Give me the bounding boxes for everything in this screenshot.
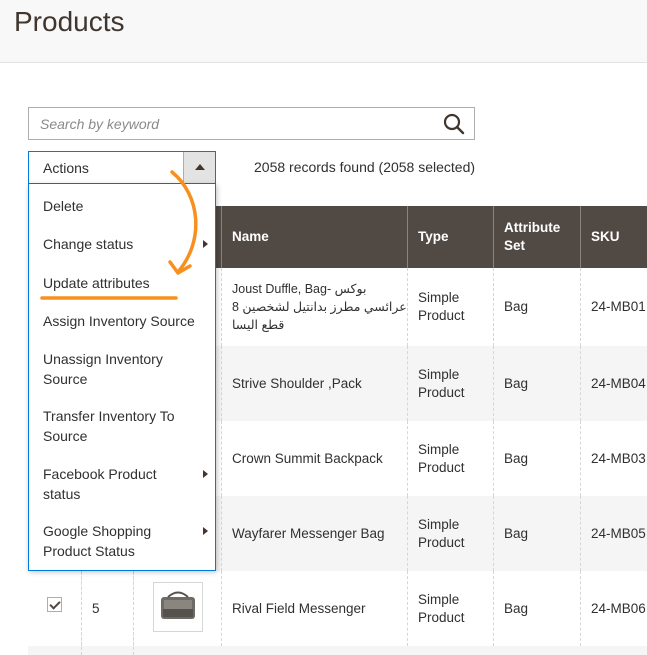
- column-header-sku-label: SKU: [591, 229, 620, 244]
- records-count: 2058 records found (2058 selected): [254, 159, 476, 175]
- menu-item-label: Delete: [43, 198, 84, 214]
- menu-item-delete[interactable]: Delete: [29, 197, 215, 217]
- menu-item-unassign-inventory-source[interactable]: Unassign Inventory Source: [29, 350, 215, 389]
- table-row[interactable]: 5 Rival Field Messenger Simple Product B…: [28, 571, 647, 646]
- page-title: Products: [14, 6, 125, 37]
- column-header-type-label: Type: [418, 229, 449, 244]
- search-button[interactable]: [440, 111, 468, 137]
- column-header-name[interactable]: Name: [221, 206, 407, 268]
- triangle-up-icon: [195, 164, 205, 170]
- menu-item-label: Change status: [43, 236, 134, 252]
- cell-name: Strive Shoulder ,Pack: [221, 346, 407, 421]
- menu-item-label: Facebook Product status: [43, 466, 157, 502]
- cell-name: Wayfarer Messenger Bag: [221, 496, 407, 571]
- cell-attribute-set: Bag: [493, 571, 580, 646]
- cell-attribute-set: Bag: [493, 346, 580, 421]
- cell-id: 5: [81, 571, 133, 646]
- menu-item-label: Transfer Inventory To Source: [43, 408, 175, 444]
- cell-sku: 24-MB03: [580, 421, 647, 496]
- menu-item-label: Assign Inventory Source: [43, 313, 195, 329]
- column-header-type[interactable]: Type: [407, 206, 493, 268]
- row-checkbox[interactable]: [47, 597, 62, 612]
- product-thumbnail[interactable]: [153, 582, 203, 632]
- menu-item-change-status[interactable]: Change status: [29, 235, 215, 255]
- menu-item-google-shopping-status[interactable]: Google Shopping Product Status: [29, 522, 215, 561]
- menu-item-label: Google Shopping Product Status: [43, 523, 152, 559]
- menu-item-transfer-inventory[interactable]: Transfer Inventory To Source: [29, 407, 215, 446]
- column-header-name-label: Name: [232, 229, 269, 244]
- cell-type: Simple Product: [407, 571, 493, 646]
- column-header-sku[interactable]: SKU: [580, 206, 647, 268]
- bag-image: [161, 591, 195, 619]
- page-header: Products: [0, 0, 647, 63]
- column-header-attribute-set-label: Attribute Set: [504, 220, 561, 253]
- cell-attribute-set: Bag: [493, 496, 580, 571]
- cell-name: Rival Field Messenger: [221, 571, 407, 646]
- menu-item-assign-inventory-source[interactable]: Assign Inventory Source: [29, 312, 215, 332]
- cell-attribute-set: Bag: [493, 421, 580, 496]
- menu-item-label: Update attributes: [43, 275, 150, 291]
- table-row: [28, 646, 647, 655]
- cell-thumbnail: [133, 571, 221, 646]
- actions-dropdown[interactable]: Actions: [28, 151, 216, 184]
- cell-type: Simple Product: [407, 421, 493, 496]
- chevron-right-icon: [203, 240, 208, 248]
- search-box: [28, 107, 475, 140]
- products-page: Products Actions 2058 records found (205…: [0, 0, 647, 655]
- cell-type: Simple Product: [407, 268, 493, 346]
- chevron-right-icon: [203, 527, 208, 535]
- cell-name: Joust Duffle, Bag- بوكس عرائسي مطرز بدان…: [221, 268, 407, 346]
- menu-item-facebook-product-status[interactable]: Facebook Product status: [29, 465, 215, 504]
- column-header-attribute-set[interactable]: Attribute Set: [493, 206, 580, 268]
- cell-attribute-set: Bag: [493, 268, 580, 346]
- menu-item-update-attributes[interactable]: Update attributes: [29, 274, 215, 294]
- cell-type: Simple Product: [407, 496, 493, 571]
- actions-menu: Delete Change status Update attributes A…: [28, 184, 216, 571]
- cell-name: Crown Summit Backpack: [221, 421, 407, 496]
- cell-sku: 24-MB04: [580, 346, 647, 421]
- cell-type: Simple Product: [407, 346, 493, 421]
- cell-sku: 24-MB05: [580, 496, 647, 571]
- chevron-right-icon: [203, 470, 208, 478]
- actions-label: Actions: [43, 160, 89, 176]
- actions-toggle-button[interactable]: [183, 152, 215, 183]
- search-input[interactable]: [29, 108, 429, 139]
- cell-sku: 24-MB01: [580, 268, 647, 346]
- menu-item-label: Unassign Inventory Source: [43, 351, 163, 387]
- search-icon: [443, 113, 465, 135]
- cell-sku: 24-MB06: [580, 571, 647, 646]
